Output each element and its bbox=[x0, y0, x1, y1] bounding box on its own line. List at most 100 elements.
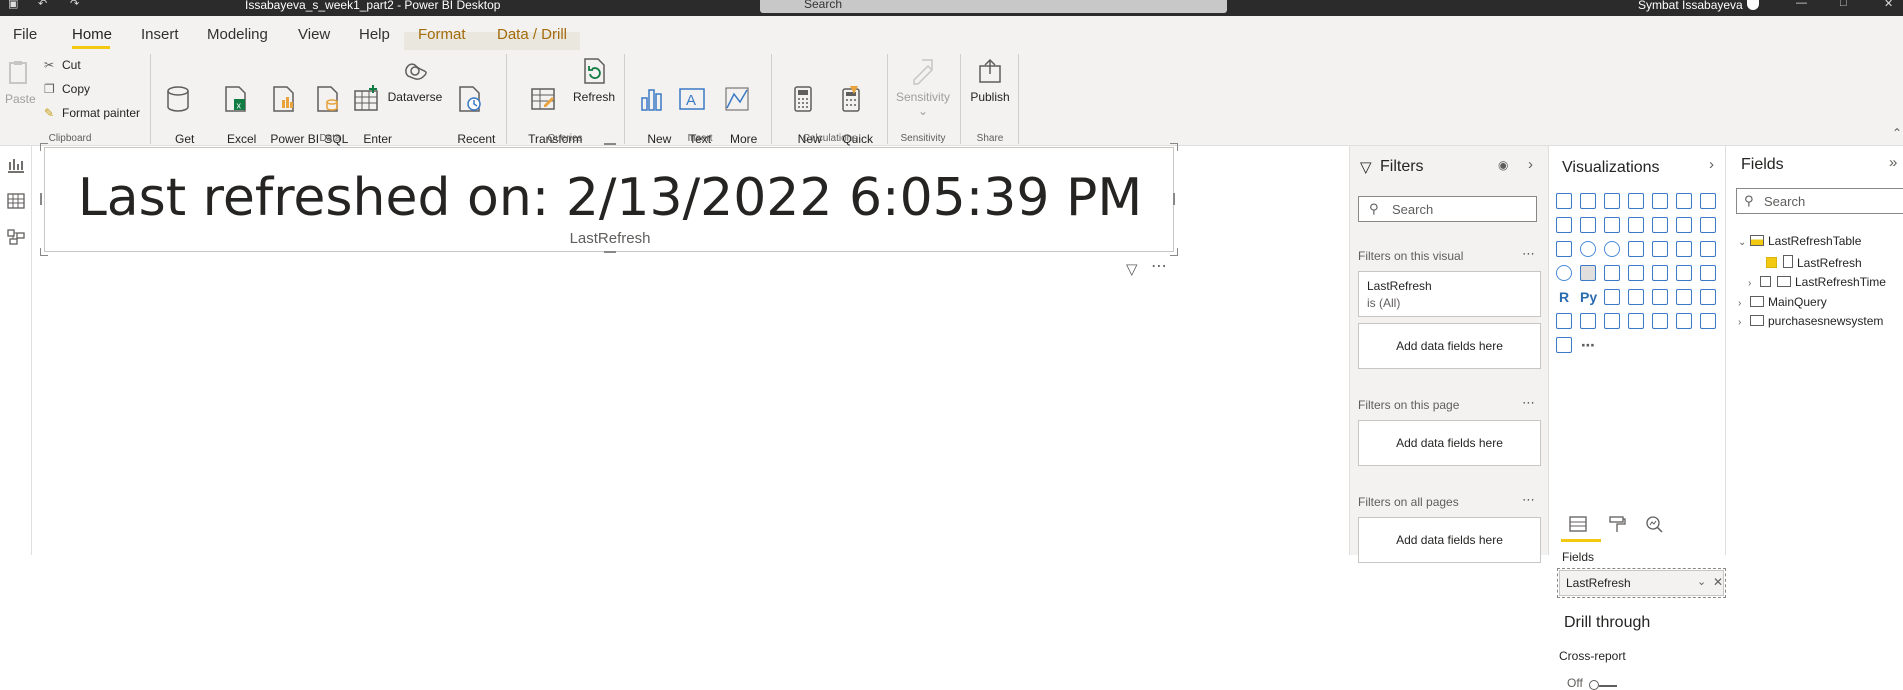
more-visuals-visual-icon[interactable] bbox=[1556, 337, 1572, 353]
chevron-right-icon[interactable]: › bbox=[1528, 156, 1533, 173]
title-search-box[interactable]: Search bbox=[760, 0, 1227, 13]
ribbon-visual-icon[interactable] bbox=[1652, 217, 1668, 233]
kpi-visual-icon[interactable] bbox=[1628, 265, 1644, 281]
gauge-visual-icon[interactable] bbox=[1556, 265, 1572, 281]
multi-row-card-visual-icon[interactable] bbox=[1604, 265, 1620, 281]
user-name[interactable]: Symbat Issabayeva bbox=[1638, 0, 1743, 12]
paste-button[interactable]: Paste bbox=[5, 58, 36, 106]
tab-view[interactable]: View bbox=[298, 26, 330, 43]
collapse-pane-icon[interactable]: » bbox=[1889, 154, 1897, 171]
analytics-icon[interactable] bbox=[1645, 515, 1665, 533]
line-visual-icon[interactable] bbox=[1700, 193, 1716, 209]
field-checkbox[interactable] bbox=[1760, 276, 1771, 287]
scatter-visual-icon[interactable] bbox=[1556, 241, 1572, 257]
python-visual-visual-icon[interactable]: Py bbox=[1580, 289, 1597, 305]
get-more-visual-icon[interactable]: ⋯ bbox=[1580, 337, 1596, 353]
data-view-icon[interactable] bbox=[6, 192, 26, 210]
tab-home[interactable]: Home bbox=[72, 26, 112, 43]
line-clustered-visual-icon[interactable] bbox=[1628, 217, 1644, 233]
resize-handle[interactable] bbox=[1170, 248, 1178, 256]
field-checkbox[interactable] bbox=[1766, 257, 1777, 268]
field-column-lastrefreshtime[interactable]: › LastRefreshTime bbox=[1748, 275, 1886, 289]
field-table-mainquery[interactable]: › MainQuery bbox=[1738, 295, 1827, 309]
resize-handle[interactable] bbox=[1170, 143, 1178, 151]
add-page-filter-dropzone[interactable]: Add data fields here bbox=[1358, 420, 1541, 466]
clustered-bar-visual-icon[interactable] bbox=[1604, 193, 1620, 209]
card-visual[interactable]: Last refreshed on: 2/13/2022 6:05:39 PM … bbox=[44, 147, 1174, 252]
stacked-bar-visual-icon[interactable] bbox=[1556, 193, 1572, 209]
chevron-down-icon[interactable]: ⌄ bbox=[1697, 575, 1706, 588]
tab-modeling[interactable]: Modeling bbox=[207, 26, 268, 43]
treemap-visual-icon[interactable] bbox=[1628, 241, 1644, 257]
stacked-area-visual-icon[interactable] bbox=[1580, 217, 1596, 233]
paginated-visual-icon[interactable] bbox=[1700, 289, 1716, 305]
chevron-down-icon[interactable]: ⌄ bbox=[1738, 237, 1750, 248]
model-view-icon[interactable] bbox=[6, 228, 26, 246]
publish-button[interactable]: Publish bbox=[969, 56, 1011, 104]
resize-handle[interactable] bbox=[604, 251, 616, 253]
key-influencers-visual-icon[interactable] bbox=[1604, 289, 1620, 305]
decomposition-tree-visual-icon[interactable] bbox=[1628, 289, 1644, 305]
undo-icon[interactable]: ↶ bbox=[38, 0, 47, 10]
filled-map-visual-icon[interactable] bbox=[1676, 241, 1692, 257]
smart-narrative-visual-icon[interactable] bbox=[1676, 289, 1692, 305]
field-column-lastrefresh[interactable]: LastRefresh bbox=[1766, 255, 1862, 270]
visual-filter-icon[interactable]: ▽ bbox=[1126, 260, 1138, 278]
button-visual-icon[interactable] bbox=[1700, 313, 1716, 329]
donut-visual-icon[interactable] bbox=[1604, 241, 1620, 257]
chevron-right-icon[interactable]: › bbox=[1738, 317, 1750, 328]
field-table-lastrefreshtable[interactable]: ⌄ LastRefreshTable bbox=[1738, 234, 1861, 248]
more-options-icon[interactable]: ⋯ bbox=[1522, 492, 1535, 508]
pie-visual-icon[interactable] bbox=[1580, 241, 1596, 257]
table-visual-icon[interactable] bbox=[1676, 265, 1692, 281]
close-icon[interactable]: ✕ bbox=[1884, 0, 1893, 10]
copy-button[interactable]: ❐ Copy bbox=[44, 82, 90, 96]
100-column-visual-icon[interactable] bbox=[1676, 193, 1692, 209]
cross-report-toggle[interactable] bbox=[1589, 680, 1619, 690]
more-options-icon[interactable]: ⋯ bbox=[1522, 246, 1535, 262]
minimize-icon[interactable]: — bbox=[1796, 0, 1807, 9]
filters-search-input[interactable]: ⚲ Search bbox=[1358, 196, 1537, 222]
map-visual-icon[interactable] bbox=[1652, 241, 1668, 257]
tab-format[interactable]: Format bbox=[418, 26, 466, 43]
refresh-button[interactable]: Refresh bbox=[573, 56, 615, 104]
more-options-icon[interactable]: ⋯ bbox=[1522, 395, 1535, 411]
tab-help[interactable]: Help bbox=[359, 26, 390, 43]
power-automate-visual-icon[interactable] bbox=[1604, 313, 1620, 329]
qa-visual-icon[interactable] bbox=[1652, 289, 1668, 305]
dataverse-button[interactable]: Dataverse bbox=[386, 56, 444, 104]
goals-visual-icon[interactable] bbox=[1652, 313, 1668, 329]
tab-insert[interactable]: Insert bbox=[141, 26, 179, 43]
report-view-icon[interactable] bbox=[6, 156, 26, 174]
resize-handle[interactable] bbox=[40, 143, 48, 151]
remove-icon[interactable]: ✕ bbox=[1713, 575, 1723, 589]
redo-icon[interactable]: ↷ bbox=[70, 0, 79, 10]
add-visual-filter-dropzone[interactable]: Add data fields here bbox=[1358, 323, 1541, 369]
fields-search-input[interactable]: ⚲ Search bbox=[1736, 188, 1903, 214]
tab-file[interactable]: File bbox=[13, 26, 37, 43]
line-column-visual-icon[interactable] bbox=[1604, 217, 1620, 233]
cut-button[interactable]: ✂ Cut bbox=[44, 58, 81, 72]
paint-roller-icon[interactable] bbox=[1607, 515, 1627, 533]
format-painter-button[interactable]: ✎ Format painter bbox=[44, 106, 140, 120]
100-bar-visual-icon[interactable] bbox=[1652, 193, 1668, 209]
waterfall-visual-icon[interactable] bbox=[1676, 217, 1692, 233]
azure-map-visual-icon[interactable] bbox=[1556, 313, 1572, 329]
add-report-filter-dropzone[interactable]: Add data fields here bbox=[1358, 517, 1541, 563]
stacked-column-visual-icon[interactable] bbox=[1580, 193, 1596, 209]
shape-map-visual-icon[interactable] bbox=[1700, 241, 1716, 257]
slicer-visual-icon[interactable] bbox=[1652, 265, 1668, 281]
arcgis-visual-icon[interactable] bbox=[1628, 313, 1644, 329]
chevron-right-icon[interactable]: › bbox=[1709, 156, 1714, 173]
field-table-purchasesnewsystem[interactable]: › purchasesnewsystem bbox=[1738, 314, 1883, 328]
r-visual-visual-icon[interactable]: R bbox=[1556, 289, 1572, 305]
shape-visual-icon[interactable] bbox=[1676, 313, 1692, 329]
save-icon[interactable]: ▣ bbox=[8, 0, 18, 10]
tab-data-drill[interactable]: Data / Drill bbox=[497, 26, 567, 43]
power-apps-visual-icon[interactable] bbox=[1580, 313, 1596, 329]
avatar[interactable] bbox=[1747, 0, 1759, 10]
clustered-column-visual-icon[interactable] bbox=[1628, 193, 1644, 209]
resize-handle[interactable] bbox=[1173, 193, 1175, 205]
matrix-visual-icon[interactable] bbox=[1700, 265, 1716, 281]
card-visual-icon[interactable] bbox=[1580, 265, 1596, 281]
